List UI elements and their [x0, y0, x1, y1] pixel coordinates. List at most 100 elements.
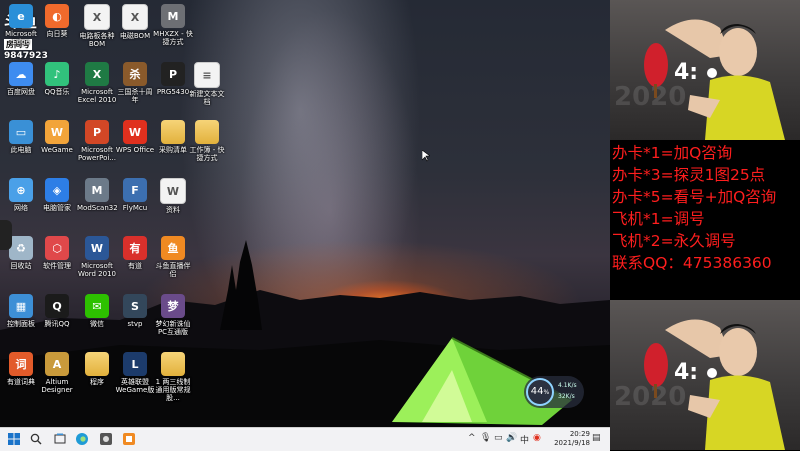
douyu-companion-icon: 鱼 [161, 236, 185, 260]
score-text: 4: [674, 60, 699, 85]
ball-icon-bottom [707, 368, 717, 378]
volume-icon[interactable]: 🔊 [506, 433, 517, 443]
desktop-icon[interactable]: ≡ 新建文本文档 [186, 58, 228, 120]
desktop-icon[interactable]: Sstvp [114, 290, 156, 352]
antivirus-tray-icon[interactable]: ◉ [533, 433, 541, 443]
excel-file-icon: X [122, 4, 148, 30]
desktop-icon[interactable]: 有有道 [114, 232, 156, 294]
taskbar: ^ 🎙 ▭ 🔊 中 ◉ 20:29 2021/9/18 ▤ [0, 427, 610, 451]
table-tennis-photo-top: 2020 4: [610, 0, 800, 140]
stvp-icon: S [123, 294, 147, 318]
baidu-netdisk-icon: ☁ [9, 62, 33, 86]
desktop-icon-label: WeGame [41, 146, 73, 154]
desktop-icon-label: QQ音乐 [44, 88, 70, 96]
memory-percent: 44% [526, 378, 554, 406]
network-speed-widget[interactable]: 44% 4.1K/s 32K/s [524, 376, 584, 408]
player-figure-bottom [644, 319, 785, 450]
desktop-icon-label: 软件管理 [43, 262, 71, 270]
desktop-icon[interactable]: 鱼斗鱼直播伴侣 [152, 232, 194, 294]
desktop-icon-label: ModScan32 [77, 204, 118, 212]
desktop-icon-label: Altium Designer [41, 378, 73, 394]
tray-arrow-icon[interactable]: ^ [468, 433, 476, 443]
desktop-icon[interactable]: ◈ 电脑管家 [36, 174, 78, 236]
folder-shortcut-icon [195, 120, 219, 144]
folder-icon [85, 352, 109, 376]
app-icon[interactable] [121, 431, 137, 447]
desktop[interactable]: 斗鱼 房间号 9847923 eMicrosoft Edge◐向日葵X电路板各种… [0, 0, 610, 427]
desktop-icon-label: 工作簿 - 快捷方式 [189, 146, 225, 162]
desktop-icon-label: 有道 [128, 262, 142, 270]
wps-icon: W [123, 120, 147, 144]
desktop-icon[interactable]: ✉ 微信 [76, 290, 118, 352]
search-icon[interactable] [28, 431, 44, 447]
desktop-icon[interactable]: M MHXZX - 快捷方式 [152, 0, 194, 62]
desktop-icon[interactable]: W Microsoft Word 2010 [76, 232, 118, 294]
desktop-icon[interactable]: ♪ QQ音乐 [36, 58, 78, 120]
ime-indicator[interactable]: 中 [520, 433, 529, 446]
excel-file-icon: X [84, 4, 110, 30]
edge-icon[interactable] [74, 431, 90, 447]
game-icon[interactable] [98, 431, 114, 447]
table-tennis-photo-bottom: 2020 4: [610, 300, 800, 450]
score-text-bottom: 4: [674, 360, 699, 385]
desktop-icon-label: 新建文本文档 [189, 90, 225, 106]
desktop-icon[interactable]: X 电路板各种BOM [76, 0, 118, 62]
side-handle[interactable] [0, 220, 12, 250]
start-icon[interactable] [6, 431, 22, 447]
player-figure [644, 19, 785, 140]
download-speed: 32K/s [558, 393, 575, 400]
clock-time: 20:29 [569, 430, 590, 438]
desktop-icon[interactable]: W WPS Office [114, 116, 156, 178]
word-icon: W [85, 236, 109, 260]
desktop-icon[interactable]: M ModScan32 [76, 174, 118, 236]
wechat-icon: ✉ [85, 294, 109, 318]
promo-line-2: 办卡*3=探灵1图25点 [612, 166, 766, 184]
desktop-icon[interactable]: ⬡ 软件管理 [36, 232, 78, 294]
desktop-icon[interactable]: Q 腾讯QQ [36, 290, 78, 352]
wegame-icon: W [45, 120, 69, 144]
promo-line-1: 办卡*1=加Q咨询 [612, 144, 733, 162]
youdao-icon: 有 [123, 236, 147, 260]
desktop-icon[interactable]: W WeGame [36, 116, 78, 178]
desktop-icon-label: 斗鱼直播伴侣 [155, 262, 191, 278]
task-view-icon[interactable] [52, 431, 68, 447]
desktop-icon[interactable]: X Microsoft Excel 2010 [76, 58, 118, 120]
microphone-icon[interactable]: 🎙 [480, 433, 491, 443]
desktop-icon-label: 向日葵 [46, 30, 68, 38]
desktop-icon-label: Microsoft Word 2010 [77, 262, 117, 278]
desktop-icon[interactable]: A Altium Designer [36, 348, 78, 410]
promo-line-5: 飞机*2=永久调号 [612, 232, 736, 250]
desktop-icon[interactable]: 工作簿 - 快捷方式 [186, 116, 228, 178]
desktop-icon[interactable]: F FlyMcu [114, 174, 156, 236]
excel-icon: X [85, 62, 109, 86]
network-tray-icon[interactable]: ▭ [494, 433, 503, 443]
desktop-icon-label: 电磁BOM [119, 32, 151, 40]
clock[interactable]: 20:29 2021/9/18 [554, 430, 590, 448]
desktop-icon[interactable]: 1 两三线制通用版常规股... [152, 348, 194, 410]
desktop-icon[interactable]: L 英雄联盟WeGame版 [114, 348, 156, 410]
desktop-icon-label: Microsoft PowerPoi... [77, 146, 117, 162]
desktop-icon-label: FlyMcu [122, 204, 148, 212]
prg-icon: P [161, 62, 185, 86]
desktop-icon[interactable]: 梦梦幻新诛仙PC互通版 [152, 290, 194, 352]
desktop-icon[interactable]: 程序 [76, 348, 118, 410]
desktop-icon[interactable]: 杀三国杀十周年 [114, 58, 156, 120]
desktop-icon-label: 微信 [90, 320, 104, 328]
sunflower-icon: ◐ [45, 4, 69, 28]
this-pc-icon: ▭ [9, 120, 33, 144]
desktop-icon[interactable]: ◐ 向日葵 [36, 0, 78, 62]
folder-icon [161, 120, 185, 144]
modscan-icon: M [85, 178, 109, 202]
desktop-icon[interactable]: P Microsoft PowerPoi... [76, 116, 118, 178]
desktop-icon-label: 程序 [90, 378, 104, 386]
lol-icon: L [123, 352, 147, 376]
notification-icon[interactable]: ▤ [592, 433, 601, 443]
desktop-icon-label: 三国杀十周年 [117, 88, 153, 104]
powerpoint-icon: P [85, 120, 109, 144]
qq-icon: Q [45, 294, 69, 318]
desktop-icon-label: 资料 [166, 206, 180, 214]
desktop-icon[interactable]: W 资料 [152, 174, 194, 236]
promo-line-4: 飞机*1=调号 [612, 210, 705, 228]
desktop-icon-label: 腾讯QQ [44, 320, 70, 328]
desktop-icon[interactable]: X 电磁BOM [114, 0, 156, 62]
